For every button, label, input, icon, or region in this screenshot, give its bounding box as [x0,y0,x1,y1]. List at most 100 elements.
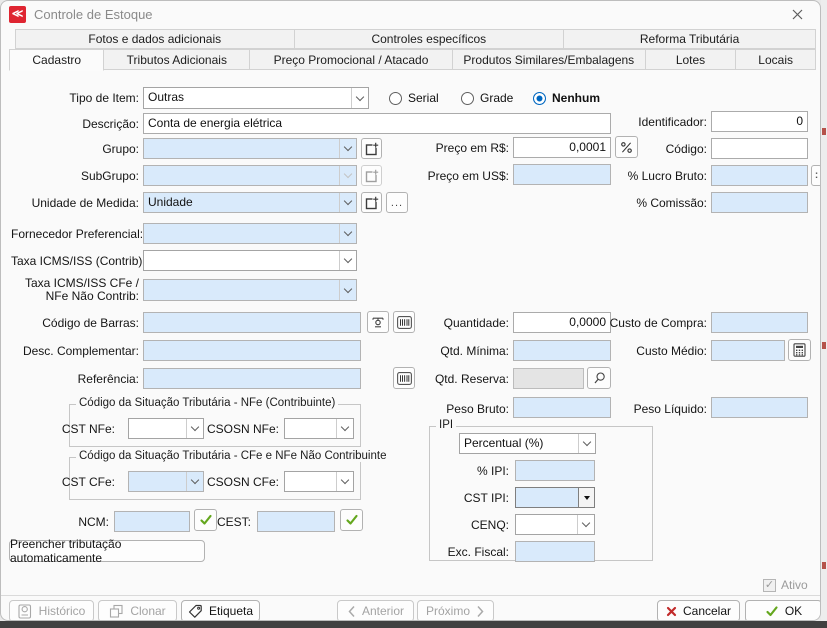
background-artifact [822,128,826,135]
unidade-more-button[interactable]: ... [386,192,408,213]
chevron-down-icon [339,251,356,270]
radio-nenhum[interactable]: Nenhum [533,91,600,105]
unidade-select[interactable]: Unidade [143,192,357,213]
tab-locais[interactable]: Locais [735,49,816,70]
cest-input[interactable] [257,511,335,532]
cenq-label: CENQ: [421,515,509,536]
quantidade-label: Quantidade: [383,313,509,334]
peso-liquido-label: Peso Líquido: [581,399,707,420]
preencher-tributacao-button[interactable]: Preencher tributação automaticamente [9,540,205,562]
csosn-cfe-select[interactable] [284,471,354,492]
custo-medio-input[interactable] [711,340,785,361]
footer-divider [1,595,821,596]
chevron-down-icon [339,166,356,185]
close-button[interactable] [786,5,808,24]
unidade-add-button[interactable] [361,192,382,213]
identificador-input[interactable]: 0 [711,111,808,132]
controle-de-estoque-dialog: ≪ Controle de Estoque Fotos e dados adic… [0,0,821,621]
ipi-tipo-select[interactable]: Percentual (%) [459,433,596,454]
background-artifact [822,562,826,569]
radio-grade[interactable]: Grade [461,91,513,105]
grupo-add-button[interactable] [361,138,382,159]
qtd-reserva-label: Qtd. Reserva: [383,369,509,390]
tab-fotos-e-dados-adicionais[interactable]: Fotos e dados adicionais [15,29,295,49]
etiqueta-button[interactable]: Etiqueta [181,600,260,621]
tab-tributos-adicionais[interactable]: Tributos Adicionais [103,49,250,70]
fornecedor-label: Fornecedor Preferencial: [11,224,139,245]
chevron-down-icon [339,224,356,243]
cst-nfe-select[interactable] [128,418,204,439]
cst-ipi-label: CST IPI: [421,488,509,509]
tab-controles-especificos[interactable]: Controles específicos [294,29,565,49]
ok-button[interactable]: OK [745,600,821,621]
calculator-button[interactable] [788,339,811,361]
radio-serial[interactable]: Serial [389,91,439,105]
chevron-down-icon [577,515,594,534]
qtd-minima-label: Qtd. Mínima: [383,341,509,362]
ativo-checkbox[interactable]: ✓ Ativo [763,578,808,592]
tab-lotes[interactable]: Lotes [645,49,737,70]
qtd-reserva-input[interactable] [513,368,584,389]
descricao-input[interactable]: Conta de energia elétrica [143,113,611,134]
chevron-down-icon [339,193,356,212]
tipo-de-item-select[interactable]: Outras [143,87,369,109]
cest-label: CEST: [187,512,251,533]
cst-cfe-label: CST CFe: [31,472,115,493]
custo-compra-input[interactable] [711,312,808,333]
cst-ipi-select[interactable] [515,487,595,508]
close-icon [791,8,804,21]
cst-nfe-label: CST NFe: [31,419,115,440]
referencia-input[interactable] [143,368,361,389]
new-item-icon [365,169,379,183]
fornecedor-select[interactable] [143,223,357,244]
anterior-button[interactable]: Anterior [337,600,414,621]
cenq-select[interactable] [515,514,595,535]
desc-compl-input[interactable] [143,340,361,361]
exc-fiscal-input[interactable] [515,541,595,562]
subgrupo-select[interactable] [143,165,357,186]
tipo-de-item-label: Tipo de Item: [11,88,139,109]
reserva-search-button[interactable] [587,367,611,389]
tab-reforma-tributaria[interactable]: Reforma Tributária [563,29,816,49]
cst-cfe-select[interactable] [128,471,204,492]
lucro-options-button[interactable]: : [811,165,821,186]
screen: ≪ Controle de Estoque Fotos e dados adic… [0,0,827,628]
taxa-contrib-select[interactable] [143,250,357,271]
subgrupo-add-button[interactable] [361,165,382,186]
historico-button[interactable]: Histórico [9,600,94,621]
tab-produtos-similares-embalagens[interactable]: Produtos Similares/Embalagens [452,49,646,70]
ipi-pct-input[interactable] [515,460,595,481]
groupbox-ipi-legend: IPI [436,419,456,431]
title-bar: ≪ Controle de Estoque [1,1,820,28]
background-artifact [822,342,826,349]
taxa-nao-contrib-label: Taxa ICMS/ISS CFe / NFe Não Contrib: [11,277,139,303]
x-icon [666,606,677,617]
ncm-input[interactable] [114,511,190,532]
chevron-right-icon [476,605,485,618]
tab-cadastro[interactable]: Cadastro [9,49,104,71]
main-tab-strip: Cadastro Tributos Adicionais Preço Promo… [9,49,816,70]
codigo-input[interactable] [711,138,808,159]
radio-circle-icon [389,92,402,105]
clonar-button[interactable]: Clonar [98,600,177,621]
ncm-label: NCM: [41,512,109,533]
lucro-bruto-input[interactable] [711,165,808,186]
peso-liquido-input[interactable] [711,397,808,418]
codigo-label: Código: [581,139,707,160]
radio-circle-icon [461,92,474,105]
grupo-select[interactable] [143,138,357,159]
tab-preco-promocional-atacado[interactable]: Preço Promocional / Atacado [249,49,453,70]
chevron-down-icon [339,139,356,158]
taxa-nao-contrib-select[interactable] [143,279,357,301]
cod-barras-input[interactable] [143,312,361,333]
proximo-button[interactable]: Próximo [417,600,494,621]
cest-validate-button[interactable] [340,509,363,531]
comissao-input[interactable] [711,192,808,213]
checkbox-checked-icon: ✓ [763,579,776,592]
dropdown-triangle-icon [578,488,594,507]
csosn-nfe-select[interactable] [284,418,354,439]
custo-medio-label: Custo Médio: [581,341,707,362]
cancelar-button[interactable]: Cancelar [657,600,740,621]
preco-us-label: Preço em US$: [383,166,509,187]
tag-icon [188,604,203,619]
